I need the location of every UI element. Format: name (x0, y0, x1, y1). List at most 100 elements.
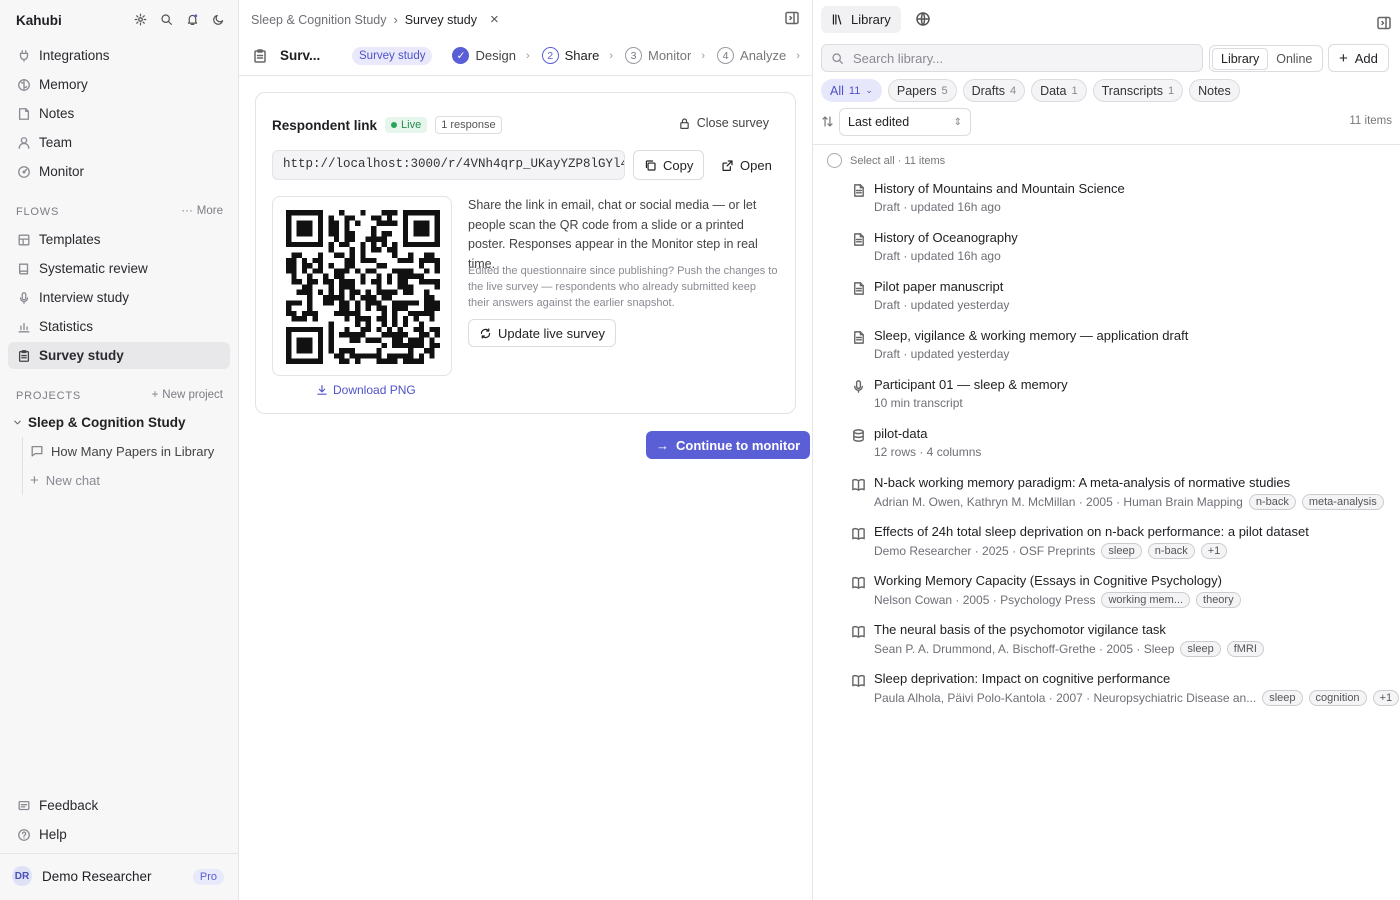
close-survey-button[interactable]: Close survey (678, 116, 769, 130)
step-analyze[interactable]: 4 Analyze (717, 47, 786, 64)
tag[interactable]: fMRI (1226, 641, 1264, 657)
search-icon[interactable] (158, 11, 174, 27)
divider (813, 144, 1400, 145)
item-meta: Demo Researcher · 2025 · OSF Preprints sl… (874, 543, 1228, 559)
step-label: Monitor (648, 48, 692, 63)
copy-button[interactable]: Copy (633, 150, 705, 180)
tag[interactable]: n-back (1147, 543, 1195, 559)
item-meta-text: 12 rows · 4 columns (874, 445, 982, 459)
book-icon (852, 527, 865, 540)
chip-label: Data (1040, 83, 1067, 98)
library-item[interactable]: History of Oceanography Draft · updated 1… (851, 230, 1391, 270)
filter-transcripts[interactable]: Transcripts 1 (1092, 79, 1184, 102)
flow-survey-study[interactable]: Survey study (8, 342, 230, 369)
nav-notes[interactable]: Notes (8, 100, 230, 127)
library-item[interactable]: Participant 01 — sleep & memory 10 min tr… (851, 377, 1391, 417)
library-tabs: Library (821, 5, 939, 33)
tag[interactable]: sleep (1101, 543, 1142, 559)
step-share[interactable]: 2 Share (541, 47, 599, 64)
tab-library[interactable]: Library (821, 5, 901, 33)
add-button[interactable]: + Add (1328, 44, 1389, 72)
flow-systematic-review[interactable]: Systematic review (8, 255, 230, 282)
tag[interactable]: +1 (1372, 690, 1400, 706)
close-icon[interactable]: × (490, 11, 499, 28)
tag[interactable]: working mem... (1101, 592, 1191, 608)
book-icon (852, 674, 865, 687)
step-number: 4 (717, 47, 735, 64)
nav-team[interactable]: Team (8, 129, 230, 156)
draft-icon (854, 233, 864, 246)
panel-toggle-icon[interactable] (784, 10, 800, 26)
filter-all[interactable]: All 11 ⌄ (821, 79, 882, 102)
select-all-checkbox[interactable] (827, 153, 842, 168)
tag[interactable]: theory (1196, 592, 1241, 608)
panel-toggle-icon[interactable] (1376, 15, 1392, 31)
tag[interactable]: meta-analysis (1301, 494, 1384, 510)
mic-icon (854, 380, 863, 393)
library-item[interactable]: Sleep deprivation: Impact on cognitive p… (851, 671, 1400, 711)
filter-chips: All 11 ⌄ Papers 5 Drafts 4 Data 1 Transc… (821, 79, 1240, 102)
sort-select[interactable]: Last edited ⇕ (839, 108, 971, 136)
filter-notes[interactable]: Notes (1189, 79, 1240, 102)
select-all[interactable]: Select all · 11 items (827, 153, 945, 168)
book-icon (18, 263, 29, 274)
tag[interactable]: +1 (1200, 543, 1228, 559)
flows-header: FLOWS (16, 206, 60, 218)
new-project-button[interactable]: + New project (152, 389, 223, 401)
tag[interactable]: sleep (1180, 641, 1221, 657)
library-search[interactable]: Search library... (821, 44, 1203, 72)
nav-memory[interactable]: Memory (8, 71, 230, 98)
library-item[interactable]: N-back working memory paradigm: A meta-a… (851, 475, 1391, 515)
new-chat-button[interactable]: + New chat (30, 468, 100, 492)
flow-templates[interactable]: Templates (8, 226, 230, 253)
library-item[interactable]: History of Mountains and Mountain Scienc… (851, 181, 1391, 221)
survey-title[interactable]: Surv... (280, 48, 340, 63)
project-chat-item[interactable]: How Many Papers in Library (30, 439, 214, 463)
flows-more-button[interactable]: ··· More (181, 205, 223, 217)
qr-code-frame (272, 196, 452, 376)
step-design[interactable]: ✓ Design (452, 47, 516, 64)
continue-to-monitor-button[interactable]: → Continue to monitor (646, 431, 811, 459)
sort-icon[interactable] (821, 115, 834, 128)
tag[interactable]: n-back (1248, 494, 1296, 510)
step-monitor[interactable]: 3 Monitor (625, 47, 691, 64)
update-live-survey-button[interactable]: Update live survey (468, 319, 616, 347)
gauge-icon (18, 165, 30, 178)
item-meta-text: Demo Researcher · 2025 · OSF Preprints (874, 544, 1096, 558)
flow-interview-study[interactable]: Interview study (8, 284, 230, 311)
globe-icon[interactable] (907, 5, 939, 33)
library-item[interactable]: Pilot paper manuscript Draft · updated ye… (851, 279, 1391, 319)
flow-statistics[interactable]: Statistics (8, 313, 230, 340)
item-meta: 12 rows · 4 columns (874, 445, 981, 459)
bell-icon[interactable] (184, 11, 200, 27)
gear-icon[interactable] (132, 11, 148, 27)
filter-data[interactable]: Data 1 (1031, 79, 1087, 102)
source-online-option[interactable]: Online (1268, 49, 1320, 69)
respondent-link-field[interactable]: http://localhost:3000/r/4VNh4qrp_UKayYZP… (272, 150, 625, 180)
open-button[interactable]: Open (710, 150, 783, 180)
library-item[interactable]: Working Memory Capacity (Essays in Cogni… (851, 573, 1391, 613)
library-item[interactable]: Effects of 24h total sleep deprivation o… (851, 524, 1391, 564)
nav-label: Monitor (39, 164, 85, 179)
breadcrumb-project[interactable]: Sleep & Cognition Study (251, 13, 387, 27)
project-sleep-cognition[interactable]: Sleep & Cognition Study (12, 415, 186, 430)
filter-papers[interactable]: Papers 5 (887, 79, 957, 102)
nav-integrations[interactable]: Integrations (8, 42, 230, 69)
tag[interactable]: cognition (1308, 690, 1367, 706)
nav-monitor[interactable]: Monitor (8, 158, 230, 185)
help-link[interactable]: Help (8, 821, 230, 848)
moon-icon[interactable] (210, 11, 226, 27)
download-png-button[interactable]: Download PNG (316, 383, 416, 397)
library-item[interactable]: pilot-data 12 rows · 4 columns (851, 426, 1391, 466)
filter-drafts[interactable]: Drafts 4 (962, 79, 1026, 102)
qr-code-icon (286, 210, 440, 364)
search-input[interactable]: Search library... (853, 51, 943, 66)
tag[interactable]: sleep (1262, 690, 1303, 706)
user-menu[interactable]: DR Demo Researcher (12, 866, 152, 886)
library-item[interactable]: The neural basis of the psychomotor vigi… (851, 622, 1391, 662)
library-item[interactable]: Sleep, vigilance & working memory — appl… (851, 328, 1391, 368)
new-chat-label: New chat (45, 472, 100, 488)
feedback-link[interactable]: Feedback (8, 792, 230, 819)
source-library-option[interactable]: Library (1212, 47, 1269, 70)
tree-line (22, 437, 23, 495)
